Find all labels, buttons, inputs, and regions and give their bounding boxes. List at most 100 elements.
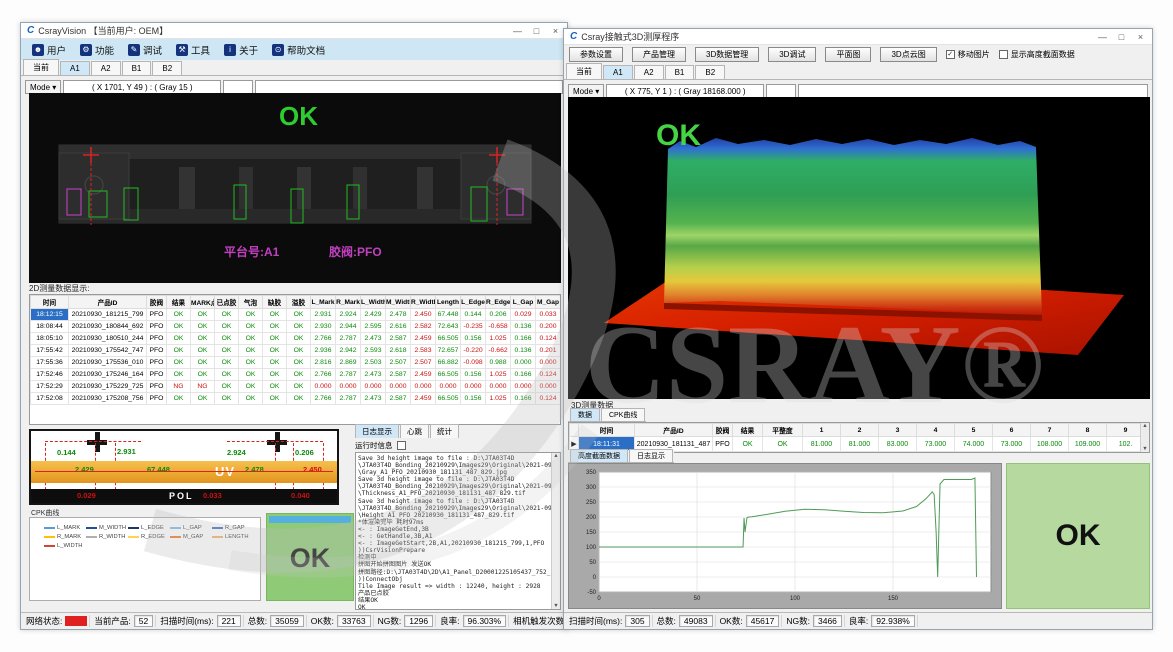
log-tab-统计[interactable]: 统计 [430,424,459,438]
chart-tab-日志显示[interactable]: 日志显示 [629,449,673,462]
dropdown-arrow-icon: ▾ [595,87,599,96]
log-tab-心跳[interactable]: 心跳 [400,424,429,438]
table-scrollbar[interactable]: ▲ ▼ [1140,423,1149,452]
table-row[interactable]: 17:52:2920210930_175229_725PFONGNGOKOKOK… [31,381,561,393]
tab-B2[interactable]: B2 [695,65,725,79]
cell-flag: OK [167,321,191,333]
tab-当前[interactable]: 当前 [566,63,602,79]
cell-value: 2.587 [386,369,411,381]
legend-label: LENGTH [225,534,249,540]
tab-A1[interactable]: A1 [603,65,633,79]
runtime-info-checkbox[interactable] [397,441,406,450]
column-header: L_Width [361,296,386,309]
status-value: 49083 [679,615,713,627]
table-row[interactable]: 17:55:3620210930_175536_010PFOOKOKOKOKOK… [31,357,561,369]
chart-tab-高度截面数据[interactable]: 高度截面数据 [570,449,628,462]
minimize-button[interactable]: — [1093,32,1112,42]
scroll-up-icon[interactable]: ▲ [1141,423,1149,429]
toolbar-button-1[interactable]: 参数设置 [569,47,623,62]
menu-item-tools[interactable]: ⚒工具 [169,41,217,59]
legend-label: M_GAP [183,534,203,540]
menu-item-user[interactable]: ☻用户 [25,41,73,59]
close-button[interactable]: × [1131,32,1150,42]
log-output[interactable]: Save 3d height image to file : D:\JTA03T… [355,452,561,610]
tab-A2[interactable]: A2 [91,61,121,75]
cell-result: OK [733,437,763,452]
table-row[interactable]: 18:12:1520210930_181215_799PFOOKOKOKOKOK… [31,309,561,321]
cell-flag: OK [263,321,287,333]
cell-value: 0.136 [511,345,536,357]
result-header-strip [269,516,351,523]
menu-item-about[interactable]: i关于 [217,41,265,59]
toolbar-button-2[interactable]: 产品管理 [632,47,686,62]
toolbar: 参数设置产品管理 3D数据管理 3D调试平面图 3D点云图 ✓移动图片显示高度截面数据 [564,45,1152,64]
maximize-button[interactable]: □ [527,26,546,36]
table-row[interactable]: 17:52:0820210930_175208_756PFOOKOKOKOKOK… [31,393,561,405]
height-map-3d-viewport[interactable]: OK [568,97,1150,399]
tab-B1[interactable]: B1 [122,61,152,75]
tab-A1[interactable]: A1 [60,61,90,75]
cell-flag: OK [239,345,263,357]
status-value: 33763 [337,615,371,627]
toolbar-button-5[interactable]: 平面图 [825,47,871,62]
legend-label: R_GAP [225,525,245,531]
cell-flag: OK [167,333,191,345]
toolbar-checkbox-2[interactable]: 显示高度截面数据 [999,49,1075,60]
cell-flag: OK [191,309,215,321]
cell-value: -0.235 [461,321,486,333]
legend-item-L_WIDTH: L_WIDTH [44,541,86,550]
log-tab-日志显示[interactable]: 日志显示 [355,424,399,438]
titlebar[interactable]: C Csray接触式3D测厚程序 — □ × [564,29,1152,45]
csrayvision-window: C CsrayVision 【当前用户: OEM】 — □ × ☻用户⚙功能✎调… [20,22,568,630]
cell-value: 0.000 [411,381,436,393]
svg-text:-50: -50 [587,590,596,596]
data-tab-CPK曲线[interactable]: CPK曲线 [601,408,645,421]
mode-dropdown[interactable]: Mode ▾ [568,84,604,98]
cell-value: 108.000 [1031,437,1069,452]
toolbar-button-6[interactable]: 3D点云图 [880,47,936,62]
status-value: 45617 [746,615,780,627]
toolbar-button-4[interactable]: 3D调试 [768,47,816,62]
maximize-button[interactable]: □ [1112,32,1131,42]
table-row[interactable]: 17:55:4220210930_175542_747PFOOKOKOKOKOK… [31,345,561,357]
cell-value: 83.000 [879,437,917,452]
tab-B2[interactable]: B2 [152,61,182,75]
tab-A2[interactable]: A2 [634,65,664,79]
cell-product-id: 20210930_180510_244 [69,333,147,345]
user-icon: ☻ [32,44,44,56]
checkbox-icon [999,50,1008,59]
minimize-button[interactable]: — [508,26,527,36]
table-row[interactable]: 17:52:4620210930_175246_164PFOOKOKOKOKOK… [31,369,561,381]
log-scrollbar[interactable]: ▲ ▼ [551,453,560,609]
cell-time: 17:55:42 [31,345,69,357]
svg-text:0: 0 [593,575,597,581]
titlebar[interactable]: C CsrayVision 【当前用户: OEM】 — □ × [21,23,567,39]
cell-flag: OK [215,333,239,345]
status-label: 当前产品: [94,615,130,627]
cell-flag: OK [263,357,287,369]
table-row[interactable]: 18:08:4420210930_180844_692PFOOKOKOKOKOK… [31,321,561,333]
column-header: 时间 [31,296,69,309]
cell-value: 0.000 [336,381,361,393]
scroll-down-icon[interactable]: ▼ [1141,446,1149,452]
scroll-down-icon[interactable]: ▼ [552,603,560,609]
cell-valve: PFO [147,321,167,333]
measurement-table-2d[interactable]: 时间产品ID胶阀结果MARK点已点胶气泡缺胶溢胶L_MarkR_MarkL_Wi… [29,294,561,425]
toolbar-checkbox-1[interactable]: ✓移动图片 [946,49,990,60]
table-row[interactable]: 18:05:1020210930_180510_244PFOOKOKOKOKOK… [31,333,561,345]
tab-当前[interactable]: 当前 [23,59,59,75]
scroll-up-icon[interactable]: ▲ [552,453,560,459]
cell-valve: PFO [147,369,167,381]
tab-B1[interactable]: B1 [665,65,695,79]
cell-flag: OK [287,381,311,393]
menu-item-help[interactable]: ⊙帮助文档 [265,41,332,59]
mode-dropdown[interactable]: Mode ▾ [25,80,61,94]
cell-flag: OK [167,345,191,357]
toolbar-button-3[interactable]: 3D数据管理 [695,47,759,62]
log-tabbar: 日志显示心跳统计 [355,425,561,438]
xray-image-viewport[interactable]: OK 平台号:A1 胶阀:PFO [29,93,561,283]
data-tab-数据[interactable]: 数据 [570,408,600,421]
menu-item-function[interactable]: ⚙功能 [73,41,121,59]
menu-item-debug[interactable]: ✎调试 [121,41,169,59]
cell-flag: OK [215,381,239,393]
